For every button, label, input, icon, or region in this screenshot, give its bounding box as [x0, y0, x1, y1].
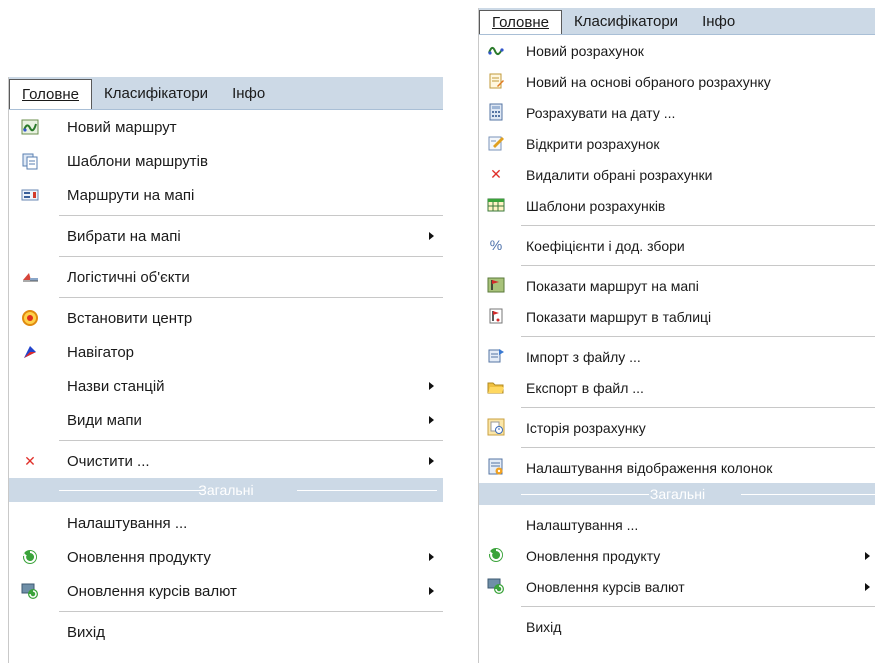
clear-x-icon: ✕: [24, 453, 36, 469]
separator: [59, 215, 443, 216]
submenu-arrow-icon: [429, 587, 434, 595]
folder-export-icon: [487, 378, 505, 396]
menu-item-import-file[interactable]: Імпорт з файлу ...: [479, 341, 875, 372]
update-icon: [487, 546, 505, 564]
submenu-arrow-icon: [865, 552, 870, 560]
section-header-general: Загальні: [479, 483, 875, 505]
submenu-arrow-icon: [429, 232, 434, 240]
menu-item-product-update[interactable]: Оновлення продукту: [479, 540, 875, 571]
import-icon: [487, 347, 505, 365]
menu-item-open-calculation[interactable]: Відкрити розрахунок: [479, 128, 875, 159]
route-wave-icon: [21, 118, 39, 136]
menu-item-map-types[interactable]: Види мапи: [9, 403, 443, 437]
menu-bar: Головне Класифікатори Інфо: [479, 8, 875, 35]
submenu-arrow-icon: [865, 583, 870, 591]
menu-item-clear[interactable]: ✕ Очистити ...: [9, 444, 443, 478]
tab-classifiers[interactable]: Класифікатори: [562, 8, 690, 34]
menu-item-calculation-templates[interactable]: Шаблони розрахунків: [479, 190, 875, 221]
menu-item-calculate-on-date[interactable]: Розрахувати на дату ...: [479, 97, 875, 128]
separator: [521, 606, 875, 607]
submenu-arrow-icon: [429, 457, 434, 465]
open-calc-icon: [487, 134, 505, 152]
menu-item-logistics-objects[interactable]: Логістичні об'єкти: [9, 260, 443, 294]
templates-icon: [21, 152, 39, 170]
document-edit-icon: [487, 72, 505, 90]
currency-update-icon: [21, 582, 39, 600]
section-header-general: Загальні: [9, 478, 443, 502]
menu-item-settings[interactable]: Налаштування ...: [479, 509, 875, 540]
percent-icon: %: [489, 237, 503, 253]
menu-item-delete-selected[interactable]: ✕ Видалити обрані розрахунки: [479, 159, 875, 190]
columns-settings-icon: [487, 458, 505, 476]
menu-item-new-route[interactable]: Новий маршрут: [9, 110, 443, 144]
separator: [521, 265, 875, 266]
tab-home[interactable]: Головне: [9, 79, 92, 109]
navigator-icon: [21, 343, 39, 361]
menu-item-route-templates[interactable]: Шаблони маршрутів: [9, 144, 443, 178]
separator: [521, 407, 875, 408]
tab-info[interactable]: Інфо: [690, 8, 747, 34]
tab-info[interactable]: Інфо: [220, 77, 277, 109]
menu-item-station-names[interactable]: Назви станцій: [9, 369, 443, 403]
separator: [521, 447, 875, 448]
center-target-icon: [21, 309, 39, 327]
menu-item-coefficients[interactable]: % Коефіцієнти і дод. збори: [479, 230, 875, 261]
separator: [59, 297, 443, 298]
logistics-icon: [21, 268, 39, 286]
menu-item-navigator[interactable]: Навігатор: [9, 335, 443, 369]
separator: [59, 611, 443, 612]
left-main-menu: Головне Класифікатори Інфо Новий маршрут…: [8, 77, 443, 663]
menu-item-show-route-map[interactable]: Показати маршрут на мапі: [479, 270, 875, 301]
submenu-arrow-icon: [429, 382, 434, 390]
menu-item-routes-on-map[interactable]: Маршрути на мапі: [9, 178, 443, 212]
update-icon: [21, 548, 39, 566]
menu-item-show-route-table[interactable]: Показати маршрут в таблиці: [479, 301, 875, 332]
currency-update-icon: [487, 577, 505, 595]
menu-item-settings[interactable]: Налаштування ...: [9, 506, 443, 540]
menu-item-new-calculation[interactable]: Новий розрахунок: [479, 35, 875, 66]
map-routes-icon: [21, 186, 39, 204]
calculator-icon: [487, 103, 505, 121]
menu-item-column-display-settings[interactable]: Налаштування відображення колонок: [479, 452, 875, 483]
tab-home[interactable]: Головне: [479, 10, 562, 34]
tab-classifiers[interactable]: Класифікатори: [92, 77, 220, 109]
menu-bar: Головне Класифікатори Інфо: [9, 77, 443, 110]
menu-item-exit[interactable]: Вихід: [479, 611, 875, 642]
menu-item-product-update[interactable]: Оновлення продукту: [9, 540, 443, 574]
table-flag-icon: [487, 307, 505, 325]
menu-item-new-based-on-selected[interactable]: Новий на основі обраного розрахунку: [479, 66, 875, 97]
separator: [521, 225, 875, 226]
menu-item-exit[interactable]: Вихід: [9, 615, 443, 649]
menu-item-export-file[interactable]: Експорт в файл ...: [479, 372, 875, 403]
map-flag-icon: [487, 276, 505, 294]
menu-item-currency-update[interactable]: Оновлення курсів валют: [9, 574, 443, 608]
separator: [59, 440, 443, 441]
delete-x-icon: ✕: [490, 166, 502, 182]
menu-item-currency-update[interactable]: Оновлення курсів валют: [479, 571, 875, 602]
table-template-icon: [487, 196, 505, 214]
menu-item-select-on-map[interactable]: Вибрати на мапі: [9, 219, 443, 253]
separator: [521, 336, 875, 337]
route-wave-icon: [487, 41, 505, 59]
submenu-arrow-icon: [429, 416, 434, 424]
menu-item-calculation-history[interactable]: Історія розрахунку: [479, 412, 875, 443]
submenu-arrow-icon: [429, 553, 434, 561]
menu-item-set-center[interactable]: Встановити центр: [9, 301, 443, 335]
right-main-menu: Головне Класифікатори Інфо Новий розраху…: [478, 8, 875, 663]
history-icon: [487, 418, 505, 436]
separator: [59, 256, 443, 257]
